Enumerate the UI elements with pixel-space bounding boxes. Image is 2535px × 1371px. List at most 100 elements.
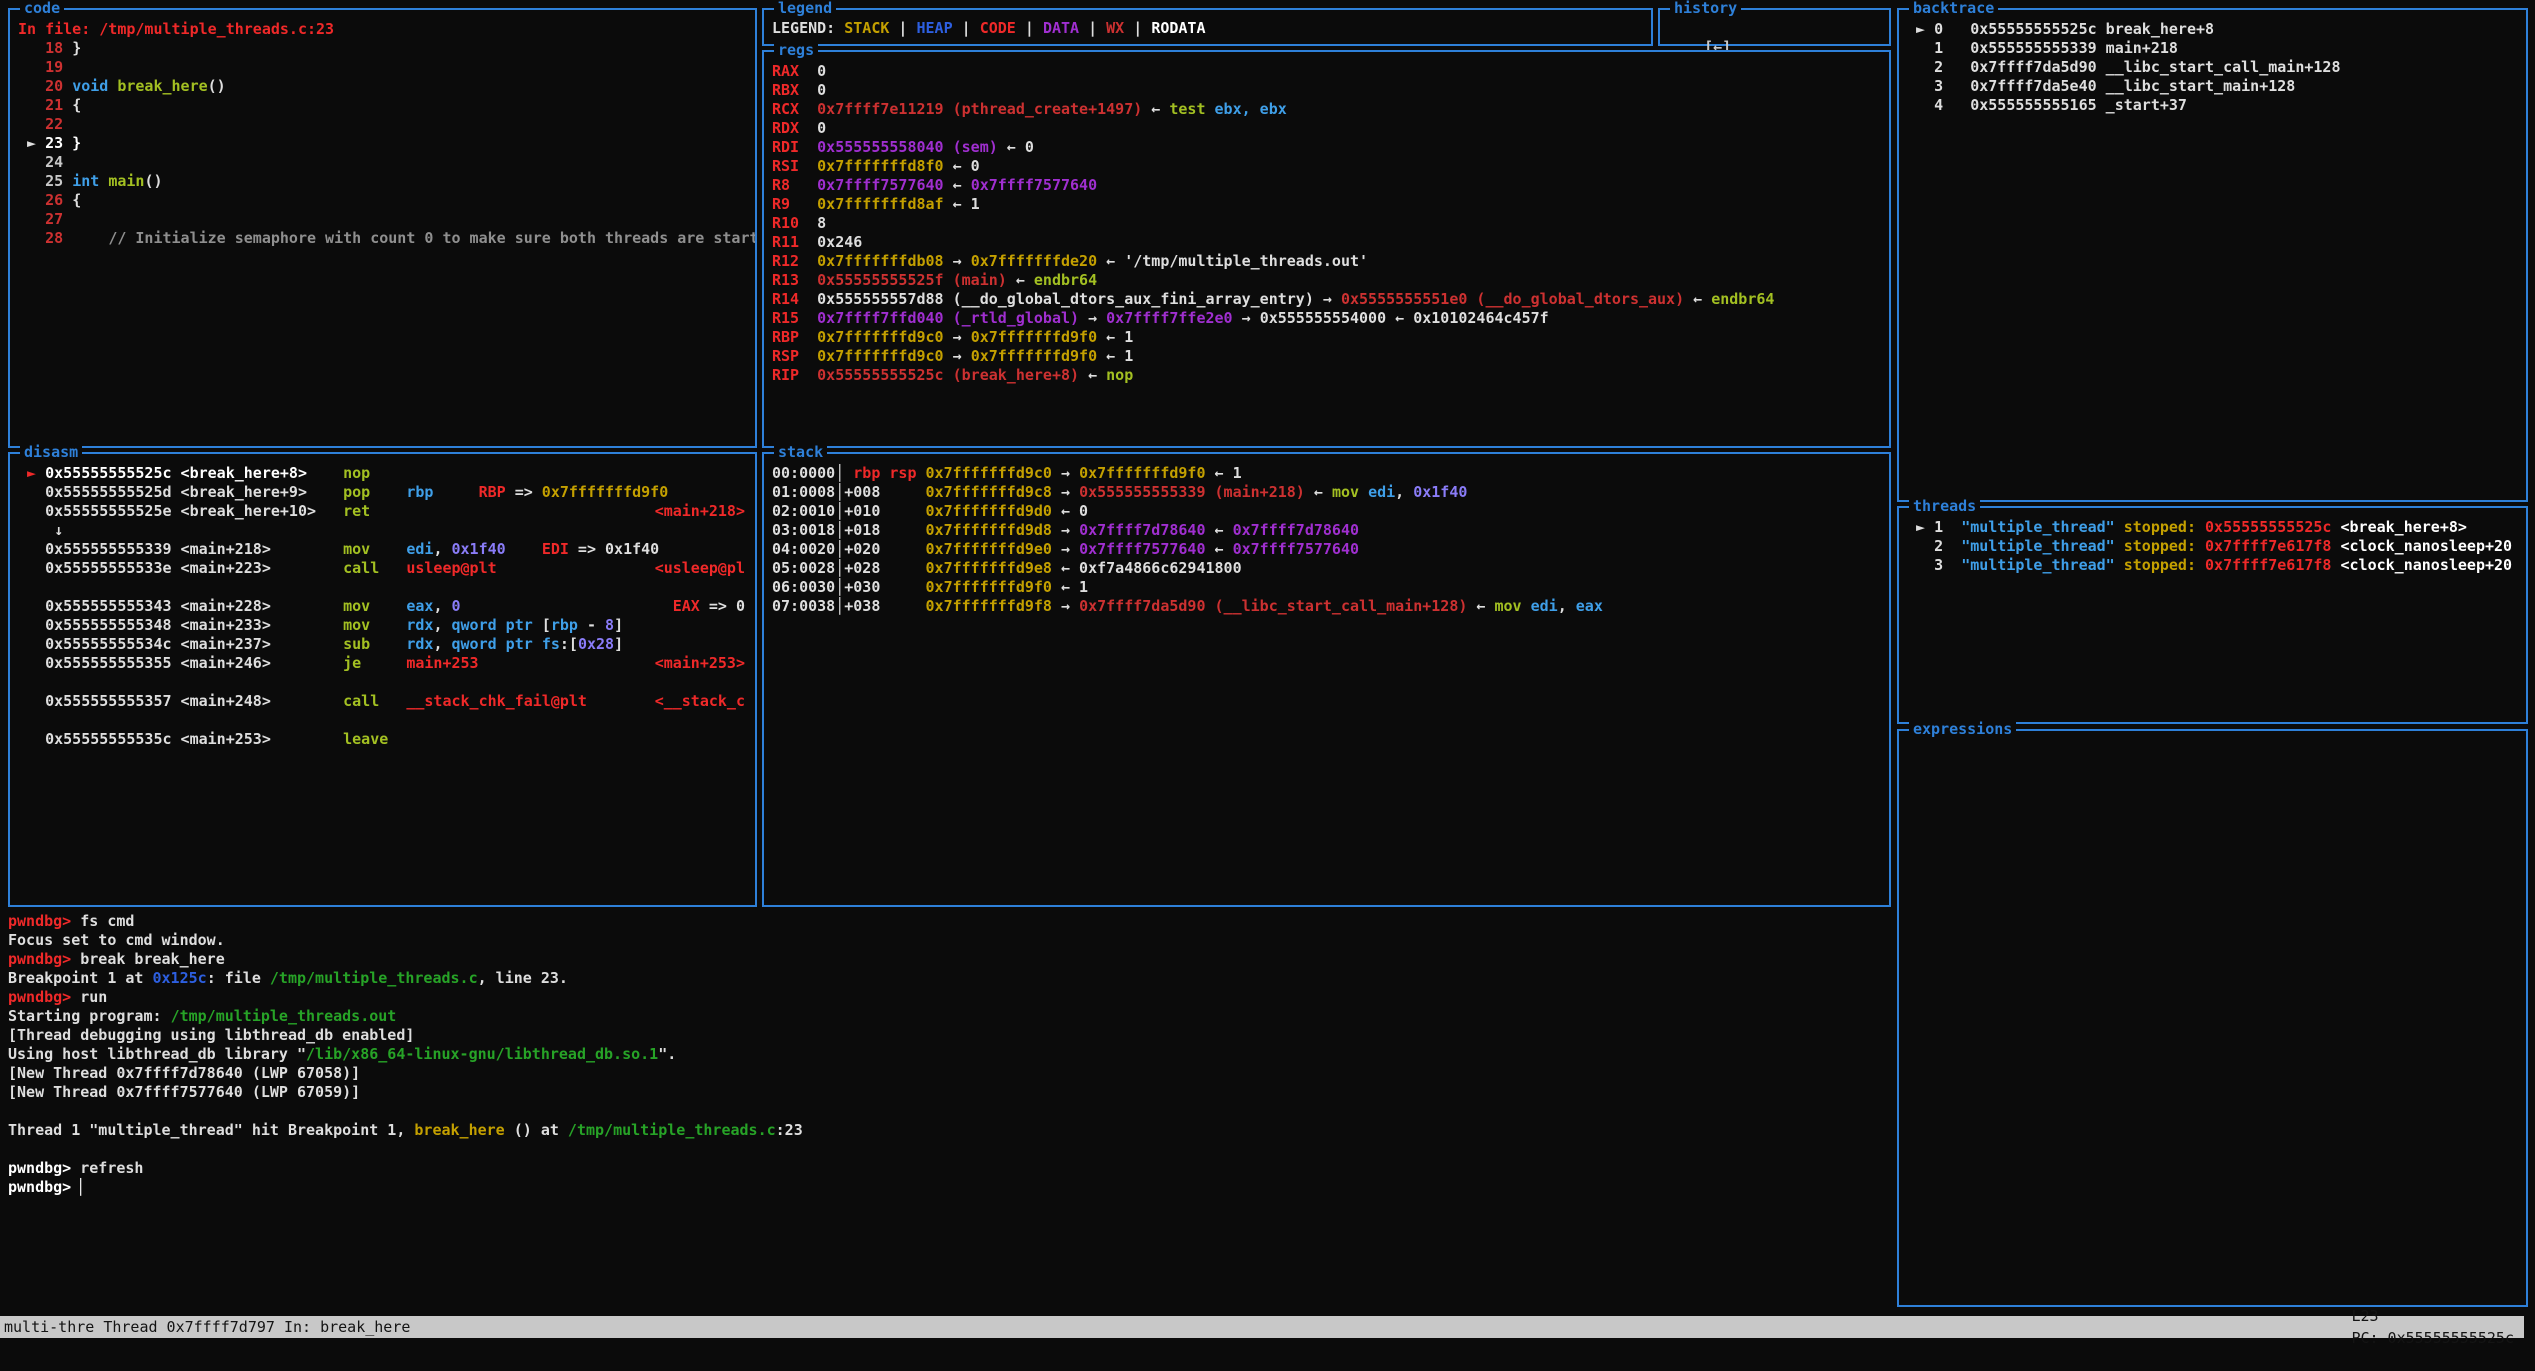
text-segment: [72, 229, 108, 247]
text-segment: 0x7ffff7ffe2e0: [1106, 309, 1232, 327]
code-line: In file: /tmp/multiple_threads.c:23: [18, 20, 747, 39]
text-segment: →: [1052, 540, 1079, 558]
text-segment: 0x7ffff7577640: [1079, 540, 1205, 558]
terminal-line: [New Thread 0x7ffff7577640 (LWP 67059)]: [8, 1083, 1708, 1102]
disassembly-line: 0x555555555339 <main+218> mov edi, 0x1f4…: [18, 540, 747, 559]
stack-row: 01:0008│+008 0x7fffffffd9c8 → 0x55555555…: [772, 483, 1881, 502]
text-segment: ,: [433, 540, 451, 558]
text-segment: (): [208, 77, 226, 95]
text-segment: 0x7fffffffd9f0: [1079, 464, 1205, 482]
stack-row: 06:0030│+030 0x7fffffffd9f0 ← 1: [772, 578, 1881, 597]
text-segment: ←: [1007, 271, 1034, 289]
text-segment: [271, 597, 343, 615]
text-segment: (): [144, 172, 162, 190]
text-segment: ←: [1684, 290, 1711, 308]
text-segment: 2 0x7ffff7da5d90 __libc_start_call_main+…: [1907, 58, 2340, 76]
text-segment: [307, 483, 343, 501]
thread-row: 2 "multiple_thread" stopped: 0x7ffff7e61…: [1907, 537, 2518, 556]
text-segment: 28: [18, 229, 72, 247]
code-line: 21 {: [18, 96, 747, 115]
register-row: RDI 0x555555558040 (sem) ← 0: [772, 138, 1881, 157]
text-segment: '/tmp/multiple_threads.out': [1124, 252, 1368, 270]
terminal-line: [8, 1140, 1708, 1159]
jump-target-annotation: <main+253>: [655, 654, 745, 673]
text-segment: 20: [18, 77, 72, 95]
terminal-line: pwndbg> break break_here: [8, 950, 1708, 969]
text-segment: ► 0 0x55555555525c break_here+8: [1907, 20, 2214, 38]
code-line: 28 // Initialize semaphore with count 0 …: [18, 229, 747, 248]
text-segment: 0x555555555348 <main+233>: [18, 616, 271, 634]
text-segment: 4 0x555555555165 _start+37: [1907, 96, 2187, 114]
text-segment: 8: [817, 214, 826, 232]
code-line: 18 }: [18, 39, 747, 58]
text-segment: Using host libthread_db library ": [8, 1045, 306, 1063]
text-segment: break break_here: [80, 950, 225, 968]
code-line: 26 {: [18, 191, 747, 210]
text-segment: |: [1079, 19, 1106, 37]
stack-row: 00:0000│ rbp rsp 0x7fffffffd9c0 → 0x7fff…: [772, 464, 1881, 483]
text-segment: nop: [343, 464, 370, 482]
text-segment: 0x55555555525e <break_here+10>: [18, 502, 316, 520]
text-segment: mov: [343, 597, 370, 615]
text-segment: ret: [343, 502, 370, 520]
text-segment: [271, 654, 343, 672]
text-segment: eax: [406, 597, 433, 615]
text-segment: [271, 692, 343, 710]
text-segment: 0x246: [817, 233, 862, 251]
text-segment: ,: [433, 616, 451, 634]
text-segment: 0x125c: [153, 969, 207, 987]
text-segment: RCX: [772, 100, 817, 118]
legend-panel: legend LEGEND: STACK | HEAP | CODE | DAT…: [762, 8, 1653, 46]
text-segment: [Thread debugging using libthread_db ena…: [8, 1026, 414, 1044]
terminal[interactable]: pwndbg> fs cmdFocus set to cmd window.pw…: [8, 912, 1708, 1212]
text-segment: run: [80, 988, 107, 1006]
backtrace-frame: ► 0 0x55555555525c break_here+8: [1907, 20, 2518, 39]
register-list: RAX 0RBX 0RCX 0x7ffff7e11219 (pthread_cr…: [764, 52, 1889, 446]
history-panel: history [←] [→]: [1658, 8, 1891, 46]
text-segment: ← 0: [998, 138, 1034, 156]
text-segment: =>: [506, 483, 542, 501]
text-segment: │: [835, 597, 844, 615]
text-segment: [880, 521, 925, 539]
text-segment: +018: [844, 521, 880, 539]
text-segment: R9: [772, 195, 817, 213]
text-segment: {: [72, 191, 81, 209]
text-segment: 0x7ffff7d78640: [1079, 521, 1205, 539]
text-segment: "multiple_thread": [1961, 556, 2115, 574]
jump-target-annotation: EAX => 0: [673, 597, 745, 616]
text-segment: =>: [569, 540, 605, 558]
text-segment: nop: [1106, 366, 1133, 384]
text-segment: [New Thread 0x7ffff7d78640 (LWP 67058)]: [8, 1064, 360, 1082]
text-segment: break_here: [414, 1121, 504, 1139]
text-segment: DATA: [1043, 19, 1079, 37]
text-segment: "multiple_thread": [1961, 537, 2115, 555]
text-segment: stopped:: [2124, 518, 2196, 536]
text-segment: 0x7fffffffd9f0: [542, 483, 668, 501]
text-segment: 0x7ffff7da5d90 (__libc_start_call_main+1…: [1079, 597, 1467, 615]
text-segment: 0x7fffffffd9c0: [817, 347, 943, 365]
text-segment: call: [343, 559, 379, 577]
text-segment: [316, 502, 343, 520]
text-segment: 0x555555555357 <main+248>: [18, 692, 271, 710]
text-segment: [2115, 518, 2124, 536]
stack-row: 03:0018│+018 0x7fffffffd9d8 → 0x7ffff7d7…: [772, 521, 1881, 540]
text-segment: 0x55555555525c: [2205, 518, 2331, 536]
text-segment: 04:0020: [772, 540, 835, 558]
text-segment: +038: [844, 597, 880, 615]
terminal-line: Focus set to cmd window.: [8, 931, 1708, 950]
text-segment: [2115, 537, 2124, 555]
registers-panel: regs RAX 0RBX 0RCX 0x7ffff7e11219 (pthre…: [762, 50, 1891, 448]
text-segment: 0x7ffff7577640: [1233, 540, 1359, 558]
text-segment: RBP: [772, 328, 817, 346]
text-segment: →: [1314, 290, 1341, 308]
code-line: 25 int main(): [18, 172, 747, 191]
text-segment: R14: [772, 290, 817, 308]
text-segment: 0x7ffff7577640: [817, 176, 943, 194]
text-segment: -: [578, 616, 605, 634]
text-segment: pwndbg>: [8, 988, 80, 1006]
text-segment: ←: [1206, 521, 1233, 539]
code-panel-title: code: [20, 0, 64, 17]
legend-panel-title: legend: [774, 0, 836, 17]
code-line: 24: [18, 153, 747, 172]
text-segment: [New Thread 0x7ffff7577640 (LWP 67059)]: [8, 1083, 360, 1101]
